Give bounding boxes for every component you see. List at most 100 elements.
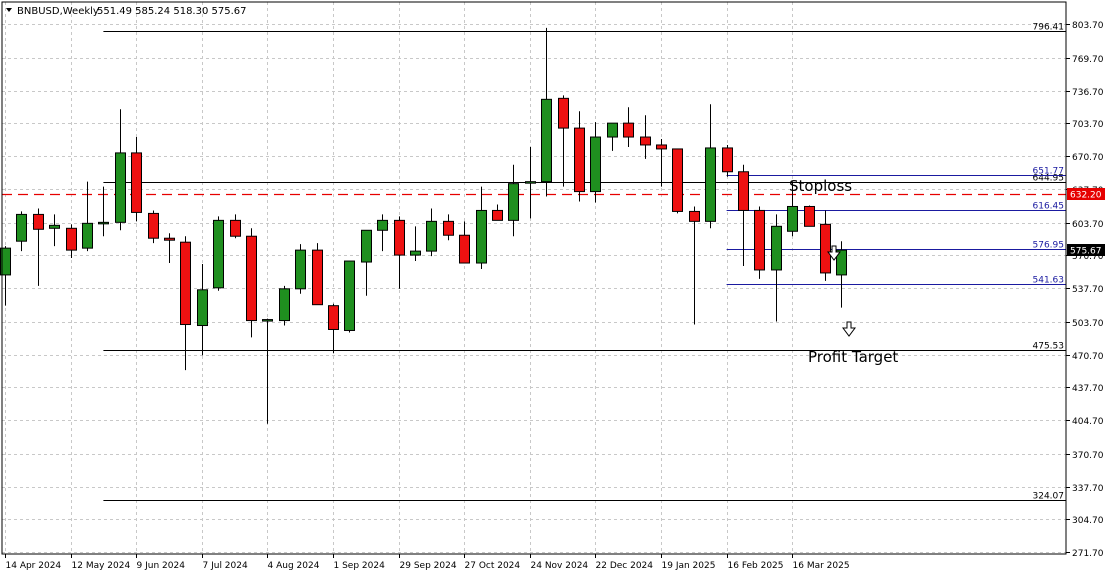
bear-candle-body [492, 209, 503, 221]
x-tick-label: 16 Mar 2025 [793, 561, 850, 571]
bull-candle-body [344, 260, 355, 331]
bear-candle-body [328, 305, 339, 330]
x-tick-label: 9 Jun 2024 [137, 561, 186, 571]
bull-candle-body [98, 221, 109, 225]
candle [344, 260, 355, 333]
bear-candle-body [689, 210, 700, 222]
candle [295, 244, 306, 294]
bull-candle-body [295, 249, 306, 290]
bull-candle-body [541, 98, 552, 183]
bear-candle-body [459, 234, 470, 264]
price-level-label: 541.63 [1033, 276, 1065, 286]
candle [804, 205, 815, 227]
y-tick-label: 769.70 [1072, 55, 1104, 65]
bear-candle-body [180, 241, 191, 326]
price-level-label: 796.41 [1033, 23, 1065, 33]
bull-candle-body [279, 288, 290, 322]
y-tick-label: 437.70 [1072, 384, 1104, 394]
bear-candle-body [722, 147, 733, 173]
bear-candle-body [230, 219, 241, 237]
candlestick-chart: 796.41644.95475.53324.07651.77616.45576.… [0, 0, 1106, 576]
x-tick-label: 27 Oct 2024 [465, 561, 521, 571]
bear-candle-body [820, 223, 831, 274]
bear-candle-body [246, 235, 257, 322]
y-tick-label: 670.70 [1072, 153, 1104, 163]
bear-candle-body [574, 127, 585, 193]
stoploss-annotation: Stoploss [789, 177, 852, 195]
price-level-label: 616.45 [1033, 202, 1065, 212]
bull-candle-body [476, 209, 487, 264]
profit-target-annotation: Profit Target [808, 348, 898, 366]
bull-candle-body [197, 289, 208, 327]
ohlc-label: 551.49 585.24 518.30 575.67 [97, 6, 247, 17]
bear-candle-body [623, 122, 634, 138]
bull-candle-body [705, 147, 716, 222]
bull-candle-body [213, 219, 224, 289]
bear-candle-body [640, 136, 651, 146]
bull-candle-body [49, 224, 60, 229]
candle [279, 285, 290, 326]
x-tick-label: 12 May 2024 [72, 561, 131, 571]
y-tick-label: 736.70 [1072, 88, 1104, 98]
candle [213, 216, 224, 291]
bear-candle-body [131, 152, 142, 213]
bull-candle-body [508, 183, 519, 221]
candle [312, 243, 323, 306]
bear-candle-body [738, 171, 749, 211]
y-tick-label: 803.70 [1072, 21, 1104, 31]
price-level-label: 576.95 [1033, 241, 1065, 251]
bull-candle-body [115, 152, 126, 223]
x-tick-label: 1 Sep 2024 [334, 561, 386, 571]
price-level-label: 475.53 [1033, 342, 1065, 352]
bull-candle-body [410, 250, 421, 256]
bull-candle-body [361, 229, 372, 263]
x-tick-label: 4 Aug 2024 [268, 561, 320, 571]
bull-candle-body [607, 122, 618, 138]
bull-candle-body [525, 181, 536, 184]
bear-candle-body [33, 213, 44, 230]
symbol-header: BNBUSD,Weekly 551.49 585.24 518.30 575.6… [6, 6, 247, 17]
x-tick-label: 29 Sep 2024 [400, 561, 457, 571]
bear-candle-body [394, 219, 405, 256]
y-tick-label: 337.70 [1072, 484, 1104, 494]
y-tick-label: 703.70 [1072, 120, 1104, 130]
bull-candle-body [590, 136, 601, 193]
x-tick-label: 22 Dec 2024 [596, 561, 654, 571]
candle [754, 206, 765, 279]
bear-candle-body [804, 205, 815, 227]
x-tick-label: 24 Nov 2024 [531, 561, 589, 571]
y-tick-label: 404.70 [1072, 417, 1104, 427]
bull-candle-body [82, 222, 93, 249]
x-tick-label: 19 Jan 2025 [662, 561, 716, 571]
bull-candle-body [16, 213, 27, 242]
y-tick-label: 537.70 [1072, 285, 1104, 295]
candle [246, 228, 257, 338]
x-tick-label: 16 Feb 2025 [728, 561, 784, 571]
bull-candle-body [426, 220, 437, 252]
candle [672, 148, 683, 214]
bear-candle-body [443, 220, 454, 236]
bear-candle-body [754, 209, 765, 271]
bear-candle-body [672, 148, 683, 212]
last-price-badge: 575.67 [1070, 247, 1102, 257]
bear-candle-body [558, 97, 569, 129]
y-tick-label: 470.70 [1072, 352, 1104, 362]
y-tick-label: 503.70 [1072, 319, 1104, 329]
bull-candle-body [377, 219, 388, 231]
y-tick-label: 304.70 [1072, 516, 1104, 526]
chart: 796.41 644.95 475.53 324.07 651.77 616.45 576.… [0, 0, 1106, 576]
y-tick-label: 271.70 [1072, 549, 1104, 559]
candle [722, 144, 733, 177]
price-level-label: 324.07 [1033, 492, 1065, 502]
bull-candle-body [787, 205, 798, 232]
y-tick-label: 370.70 [1072, 451, 1104, 461]
bull-candle-body [771, 225, 782, 271]
x-tick-label: 7 Jul 2024 [203, 561, 248, 571]
x-tick-label: 14 Apr 2024 [6, 561, 62, 571]
current-price-badge: 632.20 [1070, 191, 1102, 201]
candle [148, 210, 159, 244]
y-tick-label: 603.70 [1072, 220, 1104, 230]
bear-candle-body [312, 249, 323, 306]
symbol-label: BNBUSD,Weekly [17, 6, 99, 17]
bear-candle-body [66, 227, 77, 251]
